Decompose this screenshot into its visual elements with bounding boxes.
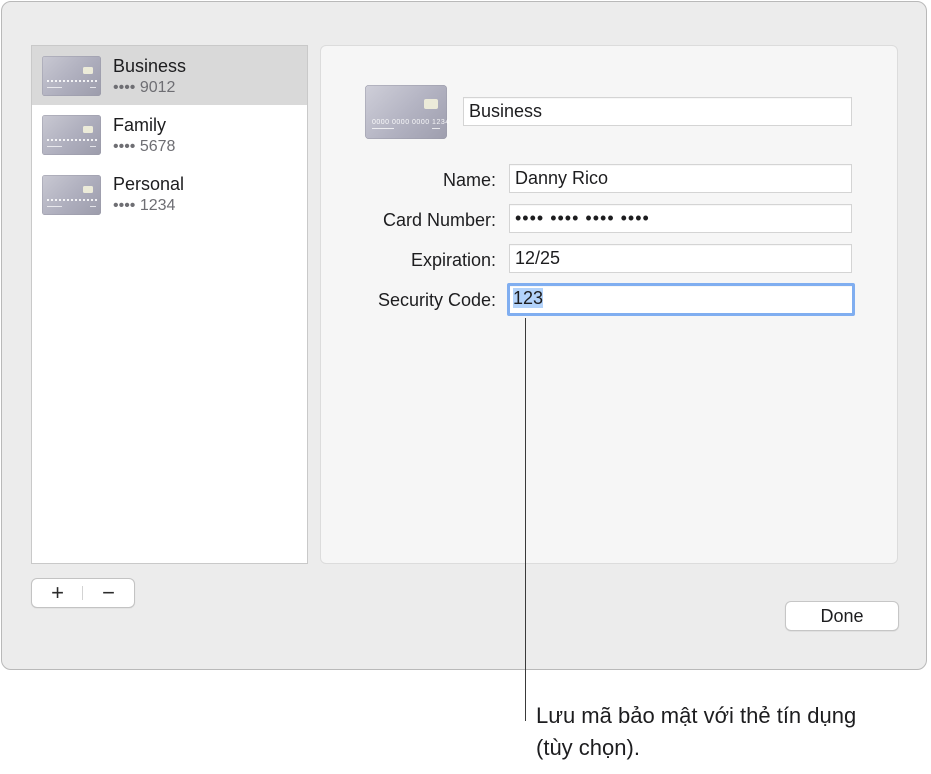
done-button[interactable]: Done (785, 601, 899, 631)
card-name: Personal (113, 174, 185, 194)
add-card-button[interactable]: + (32, 579, 83, 607)
card-name: Family (113, 115, 166, 135)
credit-card-icon (42, 56, 101, 96)
name-label: Name: (442, 170, 496, 190)
card-last-digits: •••• 9012 (113, 79, 176, 96)
card-list-item-personal[interactable]: Personal •••• 1234 (32, 164, 307, 223)
credit-card-icon (42, 175, 101, 215)
callout-line (525, 318, 526, 721)
expiration-field[interactable]: 12/25 (509, 244, 852, 273)
card-number-label: Card Number: (382, 210, 496, 230)
add-remove-control: + − (31, 578, 135, 608)
card-last-digits: •••• 5678 (113, 138, 176, 155)
credit-card-icon: 0000 0000 0000 1234 (365, 85, 450, 139)
credit-card-icon (42, 115, 101, 155)
callout-text: Lưu mã bảo mật với thẻ tín dụng (tùy chọ… (536, 703, 857, 760)
card-list-item-family[interactable]: Family •••• 5678 (32, 105, 307, 164)
card-number-field[interactable]: •••• •••• •••• •••• (509, 204, 852, 233)
card-list-item-business[interactable]: Business •••• 9012 (32, 46, 307, 105)
remove-card-button[interactable]: − (83, 579, 134, 607)
name-field[interactable]: Danny Rico (509, 164, 852, 193)
expiration-label: Expiration: (410, 250, 496, 270)
card-thumb-number: 0000 0000 0000 1234 (372, 119, 450, 126)
security-code-field[interactable]: 123 (507, 283, 855, 316)
security-code-label: Security Code: (377, 290, 496, 310)
security-code-value: 123 (513, 288, 544, 308)
card-last-digits: •••• 1234 (113, 197, 176, 214)
card-name: Business (113, 56, 187, 76)
card-list: Business •••• 9012 Family •••• 5678 Pers… (31, 45, 308, 564)
card-title-field[interactable]: Business (463, 97, 852, 126)
